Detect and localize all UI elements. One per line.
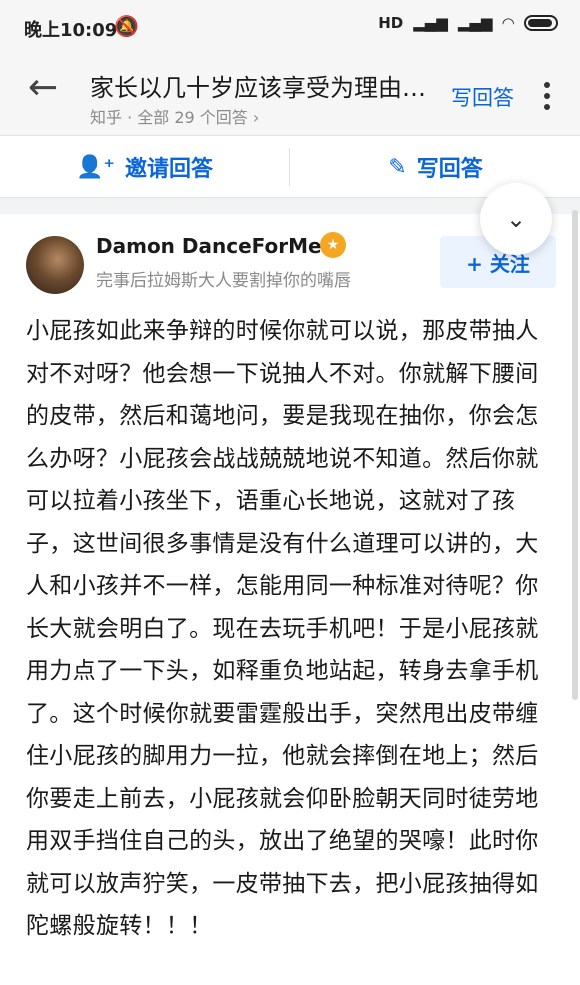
divider (289, 148, 290, 186)
write-answer-label: 写回答 (416, 157, 483, 182)
signal-icon: ▂▄▆ (413, 14, 448, 32)
status-bar: 晚上10:09 🔕 HD ▂▄▆ ▂▄▆ ◠ (0, 0, 580, 56)
invite-answer-button[interactable]: 👤⁺ 邀请回答 (0, 136, 289, 198)
write-answer-link[interactable]: 写回答 (451, 82, 514, 112)
author-bio: 完事后拉姆斯大人要割掉你的嘴唇 (96, 271, 351, 291)
question-title[interactable]: 家长以几十岁应该享受为理由… (90, 68, 450, 103)
answer-card: Damon DanceForMe ★ 完事后拉姆斯大人要割掉你的嘴唇 + 关注 … (0, 214, 580, 985)
bell-off-icon: 🔕 (114, 14, 139, 38)
header: ← 家长以几十岁应该享受为理由… 知乎 · 全部 29 个回答 › 写回答 (0, 56, 580, 136)
author-name[interactable]: Damon DanceForMe (96, 234, 322, 258)
back-arrow-icon[interactable]: ← (28, 70, 58, 106)
add-user-icon: 👤⁺ (75, 154, 115, 180)
double-chevron-down-icon[interactable]: ⌄ (480, 183, 552, 255)
action-bar: 👤⁺ 邀请回答 ✎ 写回答 (0, 136, 580, 198)
network-hd-label: HD (378, 14, 404, 32)
invite-answer-label: 邀请回答 (125, 157, 214, 182)
battery-icon (524, 15, 558, 31)
scrollbar[interactable] (572, 210, 578, 700)
status-icons: HD ▂▄▆ ▂▄▆ ◠ (378, 14, 558, 32)
more-vertical-icon[interactable] (544, 82, 550, 115)
status-time: 晚上10:09 (24, 20, 118, 41)
answer-body: 小屁孩如此来争辩的时候你就可以说，那皮带抽人对不对呀？他会想一下说抽人不对。你就… (26, 318, 539, 939)
avatar[interactable] (26, 236, 84, 294)
signal-icon-2: ▂▄▆ (457, 14, 493, 32)
badge-icon: ★ (320, 232, 346, 258)
answer-count[interactable]: 知乎 · 全部 29 个回答 › (90, 104, 259, 128)
wifi-icon: ◠ (502, 14, 514, 32)
edit-icon: ✎ (388, 154, 407, 180)
